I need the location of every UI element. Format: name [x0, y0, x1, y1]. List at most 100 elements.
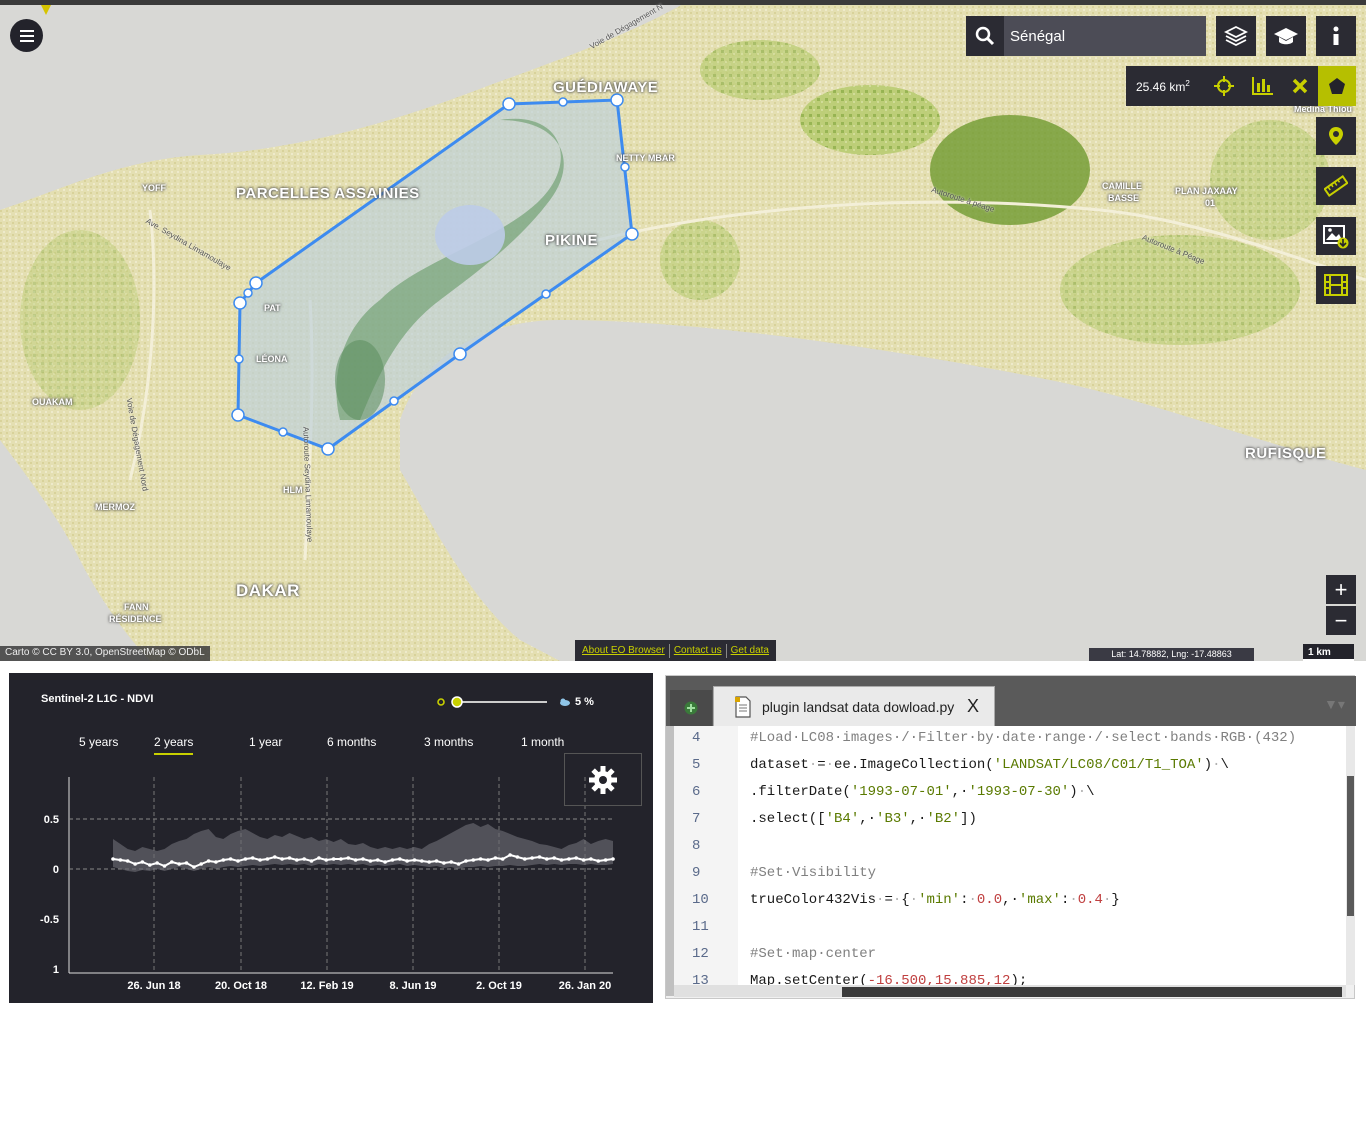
- ndvi-point: [273, 855, 277, 859]
- ndvi-point: [589, 857, 593, 861]
- layers-icon: [1224, 25, 1248, 47]
- ndvi-point: [464, 859, 468, 863]
- measure-tool-button[interactable]: [1316, 167, 1356, 205]
- ndvi-point: [111, 857, 115, 861]
- tab-1-year[interactable]: 1 year: [249, 735, 282, 753]
- layers-button[interactable]: [1216, 16, 1256, 56]
- poi-tool-button[interactable]: [1316, 117, 1356, 155]
- line-number: 9: [692, 865, 701, 881]
- map-view[interactable]: GUÉDIAWAYE PARCELLES ASSAINIES PIKINE DA…: [0, 0, 1366, 661]
- x-tick-label: 26. Jun 18: [127, 980, 180, 992]
- main-menu-button[interactable]: [10, 19, 43, 52]
- ndvi-point: [552, 856, 556, 860]
- timelapse-button[interactable]: [1316, 266, 1356, 304]
- location-search[interactable]: [966, 16, 1206, 56]
- x-tick-label: 8. Jun 19: [389, 980, 436, 992]
- statistics-panel: 0.5 0 -0.5 1 26. Jun 18 20. Oct 18 12. Feb 19 8…: [9, 673, 653, 1003]
- education-mode-button[interactable]: [1266, 16, 1306, 56]
- horizontal-scroll-thumb[interactable]: [842, 987, 1342, 997]
- vertical-scroll-thumb[interactable]: [1347, 776, 1354, 916]
- ndvi-point: [434, 859, 439, 863]
- code-line[interactable]: 11: [674, 914, 1346, 941]
- code-line[interactable]: 9 #Set·Visibility: [674, 860, 1346, 887]
- slider-handle[interactable]: [451, 696, 463, 708]
- editor-text-area[interactable]: 4 #Load·LC08·images·/·Filter·by·date·rang…: [674, 726, 1346, 985]
- code-line[interactable]: 5 dataset·=·ee.ImageCollection('LANDSAT/L…: [674, 752, 1346, 779]
- contact-link[interactable]: Contact us: [670, 643, 727, 658]
- ndvi-point: [537, 855, 542, 859]
- move-icon: [1214, 76, 1235, 96]
- editor-side-margin: [666, 726, 674, 996]
- info-icon: [1333, 26, 1339, 45]
- ndvi-point: [140, 860, 145, 864]
- ndvi-point: [596, 859, 601, 863]
- x-tick-label: 12. Feb 19: [300, 980, 353, 992]
- ndvi-point: [574, 856, 578, 860]
- ndvi-point: [545, 857, 549, 861]
- line-number: 7: [692, 811, 701, 827]
- center-aoi-button[interactable]: [1205, 66, 1243, 106]
- zoom-in-button[interactable]: +: [1326, 575, 1356, 604]
- map-label: BASSE: [1108, 193, 1140, 203]
- code-line[interactable]: 12 #Set·map·center: [674, 941, 1346, 968]
- code-line[interactable]: 7 .select(['B4',·'B3',·'B2']): [674, 806, 1346, 833]
- ndvi-chart: 0.5 0 -0.5 1 26. Jun 18 20. Oct 18 12. Feb 19 8…: [40, 777, 615, 992]
- map-label: LÉONA: [256, 354, 288, 364]
- x-tick-label: 20. Oct 18: [215, 980, 267, 992]
- info-button[interactable]: [1316, 16, 1356, 56]
- cloud-value: 5 %: [575, 696, 594, 708]
- code-line[interactable]: 13 Map.setCenter(-16.500,15.885,12);: [674, 968, 1346, 985]
- code-text: #Set·map·center: [750, 946, 877, 962]
- code-line[interactable]: 10 trueColor432Vis·=·{·'min':·0.0,·'max':…: [674, 887, 1346, 914]
- remove-aoi-button[interactable]: [1281, 66, 1319, 106]
- chart-title: Sentinel-2 L1C - NDVI: [41, 693, 154, 705]
- top-strip: [0, 0, 1366, 5]
- get-data-link[interactable]: Get data: [727, 644, 773, 658]
- ndvi-point: [493, 856, 498, 860]
- map-attribution: Carto © CC BY 3.0, OpenStreetMap © ODbL: [0, 646, 210, 661]
- ndvi-point: [118, 858, 123, 862]
- tab-1-month[interactable]: 1 month: [521, 735, 564, 753]
- map-label: RUFISQUE: [1245, 445, 1327, 462]
- map-label: PIKINE: [545, 232, 599, 249]
- ndvi-point: [148, 863, 152, 867]
- statistics-button[interactable]: [1243, 66, 1281, 106]
- search-icon[interactable]: [966, 16, 1004, 56]
- close-tab-icon[interactable]: X: [967, 696, 979, 717]
- line-number: 11: [692, 919, 709, 935]
- aoi-toolbar: 25.46 km2: [1126, 66, 1356, 106]
- code-line[interactable]: 6 .filterDate('1993-07-01',·'1993-07-30')…: [674, 779, 1346, 806]
- tab-5-years[interactable]: 5 years: [79, 735, 118, 753]
- download-image-button[interactable]: [1316, 217, 1356, 255]
- ndvi-point: [390, 858, 395, 862]
- line-number: 4: [692, 730, 701, 746]
- new-tab-button[interactable]: [670, 690, 712, 726]
- editor-file-tab[interactable]: plugin landsat data dowload.py X: [713, 686, 995, 726]
- draw-polygon-button[interactable]: [1318, 66, 1356, 106]
- code-line[interactable]: 8: [674, 833, 1346, 860]
- map-label: GUÉDIAWAYE: [553, 79, 659, 96]
- ndvi-point: [427, 860, 432, 864]
- about-link[interactable]: About EO Browser: [578, 643, 670, 658]
- ndvi-point: [559, 858, 564, 862]
- tab-2-years[interactable]: 2 years: [154, 735, 194, 755]
- x-tick-label: 2. Oct 19: [476, 980, 522, 992]
- footer-links: About EO Browser Contact us Get data: [575, 640, 776, 661]
- chart-settings-button[interactable]: [564, 753, 642, 806]
- tab-3-months[interactable]: 3 months: [424, 735, 473, 753]
- zoom-out-button[interactable]: −: [1326, 606, 1356, 635]
- ndvi-point: [478, 857, 483, 861]
- cloud-icon: [560, 698, 570, 706]
- code-line[interactable]: 4 #Load·LC08·images·/·Filter·by·date·rang…: [674, 726, 1346, 752]
- map-label: OUAKAM: [32, 397, 73, 407]
- ndvi-point: [412, 858, 417, 862]
- ndvi-point: [353, 858, 358, 862]
- map-label: 01: [1205, 198, 1216, 208]
- y-tick-label: -0.5: [40, 914, 59, 926]
- code-text: dataset·=·ee.ImageCollection('LANDSAT/LC…: [750, 757, 1229, 773]
- ndvi-point: [405, 859, 409, 863]
- ndvi-point: [331, 857, 336, 861]
- tab-list-dropdown-icon[interactable]: ▼▾: [1324, 696, 1345, 713]
- tab-6-months[interactable]: 6 months: [327, 735, 376, 753]
- search-input[interactable]: [1004, 16, 1206, 56]
